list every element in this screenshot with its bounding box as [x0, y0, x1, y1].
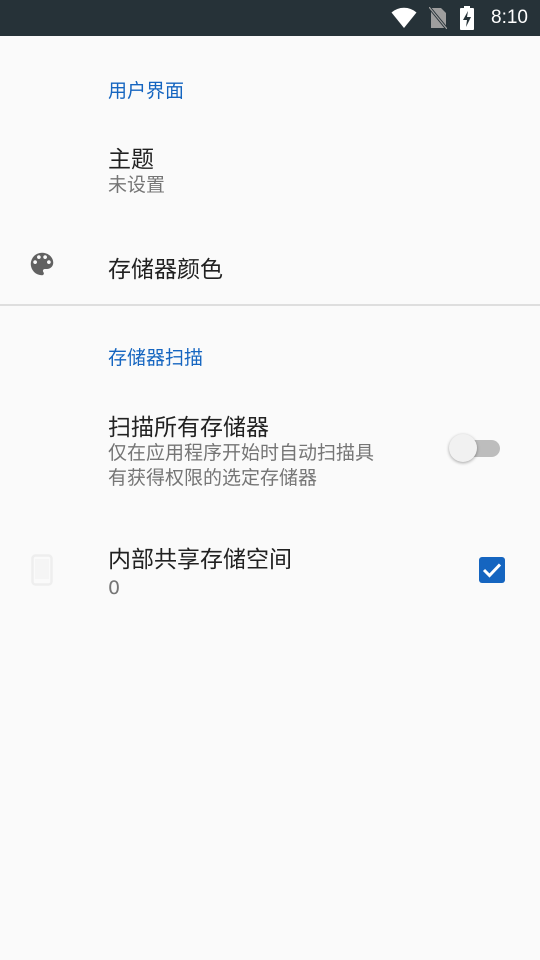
pref-title: 存储器颜色 — [108, 257, 223, 283]
pref-internal-shared-storage[interactable]: 内部共享存储空间 0 — [0, 530, 540, 610]
battery-charging-icon — [459, 6, 475, 30]
no-sim-icon — [429, 7, 448, 29]
pref-summary-line-1: 仅在应用程序开始时自动扫描具 — [108, 442, 375, 464]
switch-thumb — [449, 434, 477, 462]
pref-title: 扫描所有存储器 — [108, 415, 269, 441]
palette-icon — [27, 249, 57, 283]
section-header-user-interface: 用户界面 — [108, 80, 185, 102]
internal-storage-checkbox[interactable] — [479, 557, 505, 583]
pref-storage-color[interactable]: 存储器颜色 — [0, 222, 540, 304]
phone-icon — [31, 554, 53, 590]
section-divider — [0, 304, 540, 306]
scan-all-storage-switch[interactable] — [448, 434, 502, 462]
status-time: 8:10 — [491, 7, 528, 28]
pref-theme[interactable]: 主题 未设置 — [0, 128, 540, 208]
check-icon — [482, 563, 502, 578]
wifi-icon — [391, 7, 417, 29]
section-header-storage-scan: 存储器扫描 — [108, 347, 204, 369]
status-bar: 8:10 — [0, 0, 540, 36]
pref-title: 主题 — [108, 147, 154, 173]
pref-summary-line-2: 有获得权限的选定存储器 — [108, 467, 318, 489]
pref-summary: 未设置 — [108, 174, 166, 196]
pref-title: 内部共享存储空间 — [108, 547, 292, 573]
pref-summary: 0 — [108, 577, 121, 599]
